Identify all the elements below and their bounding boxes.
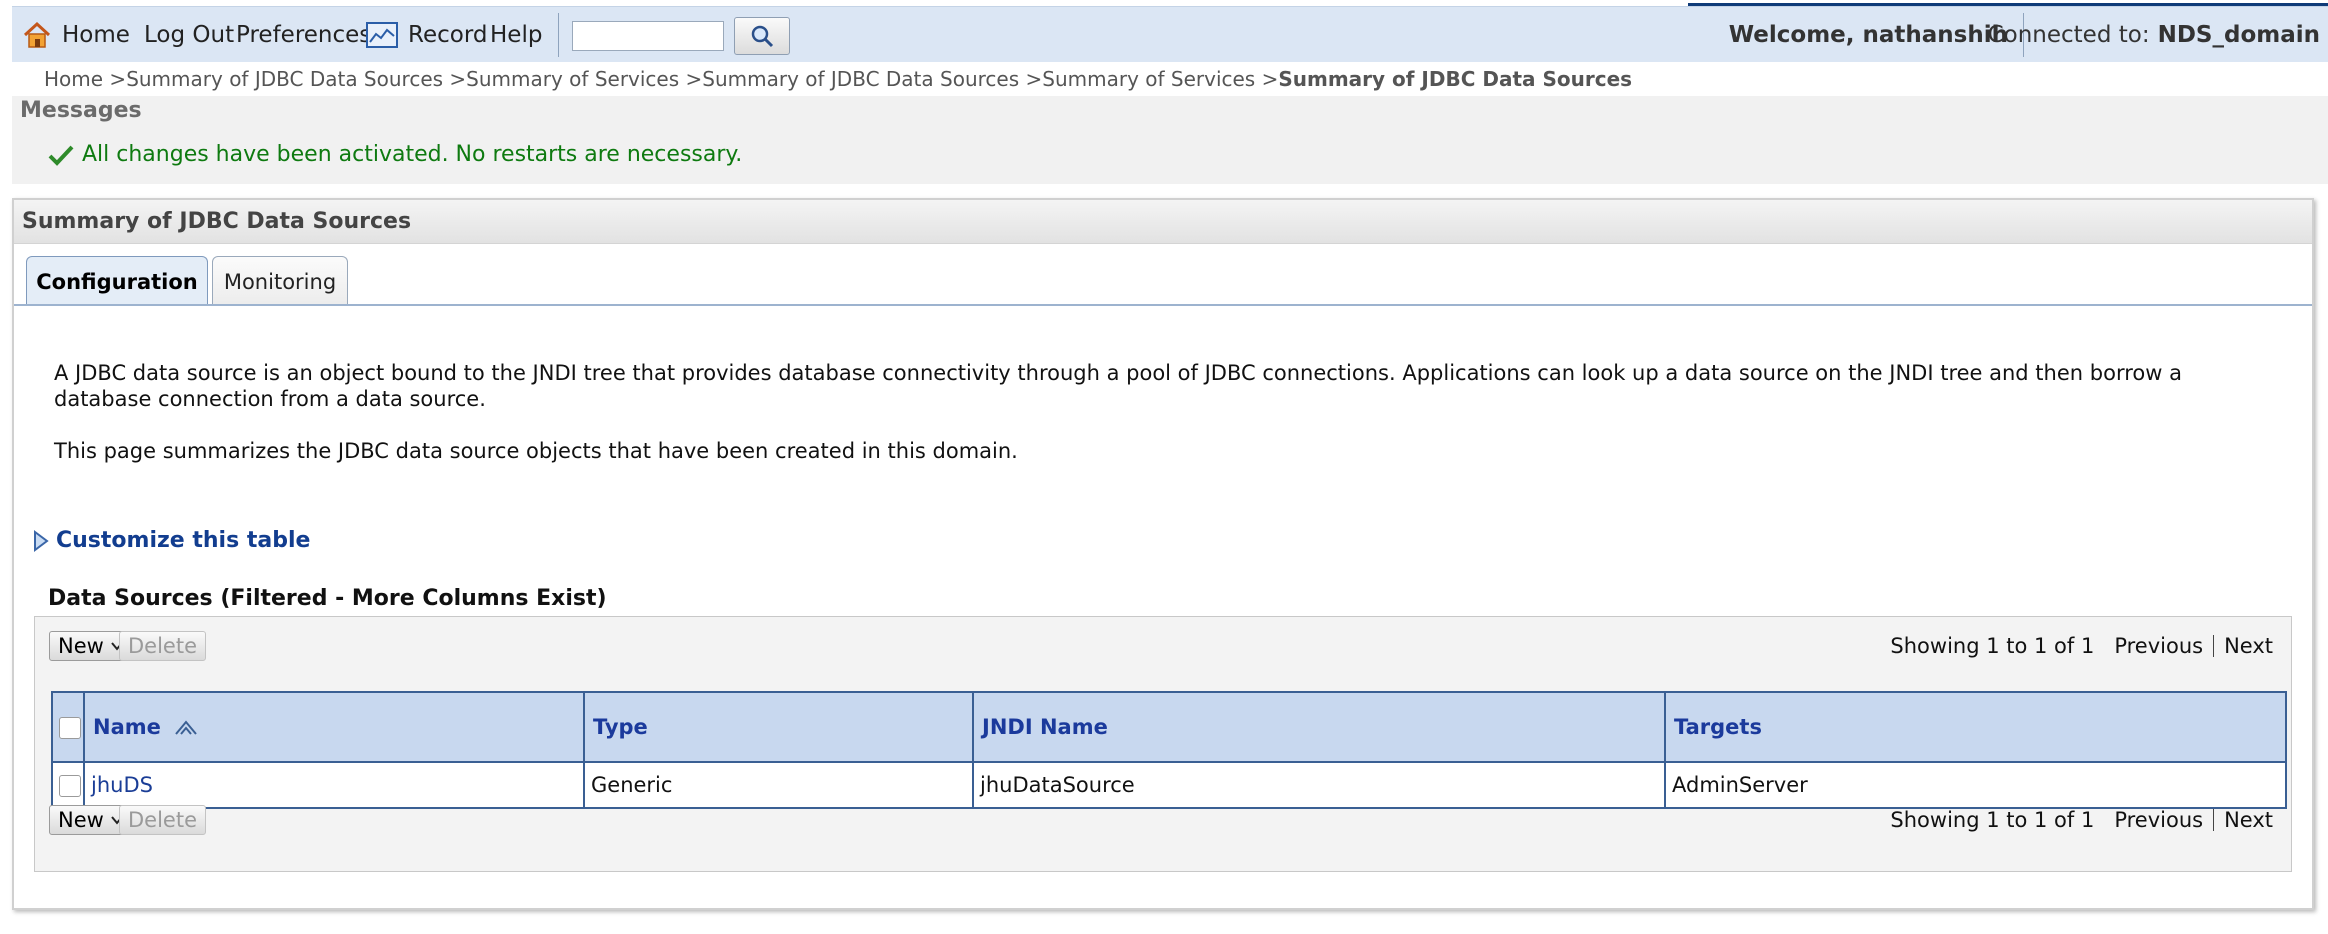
cell-type: Generic (583, 761, 974, 809)
column-header-jndi-name[interactable]: JNDI Name (972, 691, 1666, 763)
search-button[interactable] (734, 17, 790, 55)
pager-divider (2213, 809, 2215, 831)
expand-triangle-icon (32, 529, 56, 552)
top-toolbar: Home Log Out Preferences Record Help Wel… (12, 3, 2328, 63)
logout-link[interactable]: Log Out (144, 7, 234, 63)
pager-divider (2213, 635, 2215, 657)
pagination-top: Showing 1 to 1 of 1 Previous Next (1890, 631, 2273, 661)
next-link[interactable]: Next (2224, 808, 2273, 832)
data-sources-table: Name Type JNDI Name Targets jhuDS Generi… (51, 691, 2287, 809)
top-accent-strip (1688, 3, 2328, 6)
jdbc-summary-panel: Summary of JDBC Data Sources Configurati… (12, 198, 2314, 910)
delete-button-bottom[interactable]: Delete (119, 805, 206, 835)
breadcrumb-item[interactable]: Summary of JDBC Data Sources > (126, 67, 466, 91)
description-paragraph: A JDBC data source is an object bound to… (54, 361, 2182, 411)
toolbar-divider (558, 13, 559, 57)
cell-name: jhuDS (83, 761, 585, 809)
table-row: jhuDS Generic jhuDataSource AdminServer (51, 761, 2287, 809)
record-link[interactable]: Record (366, 7, 487, 63)
table-title: Data Sources (Filtered - More Columns Ex… (48, 586, 607, 611)
record-label: Record (408, 22, 488, 48)
new-button-label: New (58, 808, 104, 832)
new-button-label: New (58, 634, 104, 658)
messages-title: Messages (20, 98, 142, 123)
help-label: Help (490, 22, 543, 48)
delete-button[interactable]: Delete (119, 631, 206, 661)
tab-configuration[interactable]: Configuration (26, 256, 208, 306)
welcome-text: Welcome, nathanshih (1728, 22, 2008, 48)
connection-status: Connected to: NDS_domain (1988, 7, 2320, 63)
description: A JDBC data source is an object bound to… (54, 360, 2274, 490)
search-input[interactable] (572, 21, 724, 51)
select-all-cell (51, 691, 85, 763)
breadcrumb-item[interactable]: Summary of Services > (466, 67, 702, 91)
previous-link[interactable]: Previous (2114, 634, 2203, 658)
breadcrumb-current: Summary of JDBC Data Sources (1278, 67, 1633, 91)
column-header-name[interactable]: Name (83, 691, 585, 763)
success-message: All changes have been activated. No rest… (48, 142, 742, 167)
column-header-label: Name (93, 715, 161, 739)
record-icon (366, 22, 398, 48)
data-source-link[interactable]: jhuDS (91, 773, 153, 797)
logout-label: Log Out (144, 22, 235, 48)
checkmark-icon (48, 144, 82, 166)
column-header-type[interactable]: Type (583, 691, 974, 763)
description-paragraph: This page summarizes the JDBC data sourc… (54, 439, 1018, 463)
domain-name: NDS_domain (2157, 22, 2320, 48)
customize-table-link[interactable]: Customize this table (32, 528, 310, 553)
home-link[interactable]: Home (22, 7, 130, 63)
breadcrumb-item[interactable]: Summary of Services > (1042, 67, 1278, 91)
home-label: Home (62, 22, 130, 48)
help-link[interactable]: Help (490, 7, 542, 63)
preferences-link[interactable]: Preferences (236, 7, 371, 63)
showing-count: Showing 1 to 1 of 1 (1890, 634, 2095, 658)
select-all-checkbox[interactable] (59, 717, 81, 739)
column-header-targets[interactable]: Targets (1664, 691, 2287, 763)
success-message-text: All changes have been activated. No rest… (82, 142, 743, 167)
panel-title: Summary of JDBC Data Sources (14, 200, 2312, 244)
breadcrumb-item[interactable]: Home > (44, 67, 126, 91)
data-sources-table-container: New Delete Showing 1 to 1 of 1 Previous … (34, 616, 2292, 872)
customize-table-label: Customize this table (56, 528, 311, 553)
sort-ascending-icon (172, 718, 200, 738)
search-icon (750, 24, 774, 48)
messages-area: Messages All changes have been activated… (12, 96, 2328, 184)
breadcrumb: Home > Summary of JDBC Data Sources > Su… (44, 64, 1632, 94)
preferences-label: Preferences (236, 22, 372, 48)
home-icon (22, 21, 52, 49)
cell-jndi-name: jhuDataSource (972, 761, 1666, 809)
previous-link[interactable]: Previous (2114, 808, 2203, 832)
next-link[interactable]: Next (2224, 634, 2273, 658)
showing-count: Showing 1 to 1 of 1 (1890, 808, 2095, 832)
pagination-bottom: Showing 1 to 1 of 1 Previous Next (1890, 805, 2273, 835)
breadcrumb-item[interactable]: Summary of JDBC Data Sources > (702, 67, 1042, 91)
tab-monitoring[interactable]: Monitoring (212, 256, 348, 306)
connected-label: Connected to: (1987, 22, 2150, 48)
row-checkbox[interactable] (59, 775, 81, 797)
cell-targets: AdminServer (1664, 761, 2287, 809)
table-header-row: Name Type JNDI Name Targets (51, 691, 2287, 763)
row-select-cell (51, 761, 85, 809)
tab-underline (14, 304, 2312, 306)
